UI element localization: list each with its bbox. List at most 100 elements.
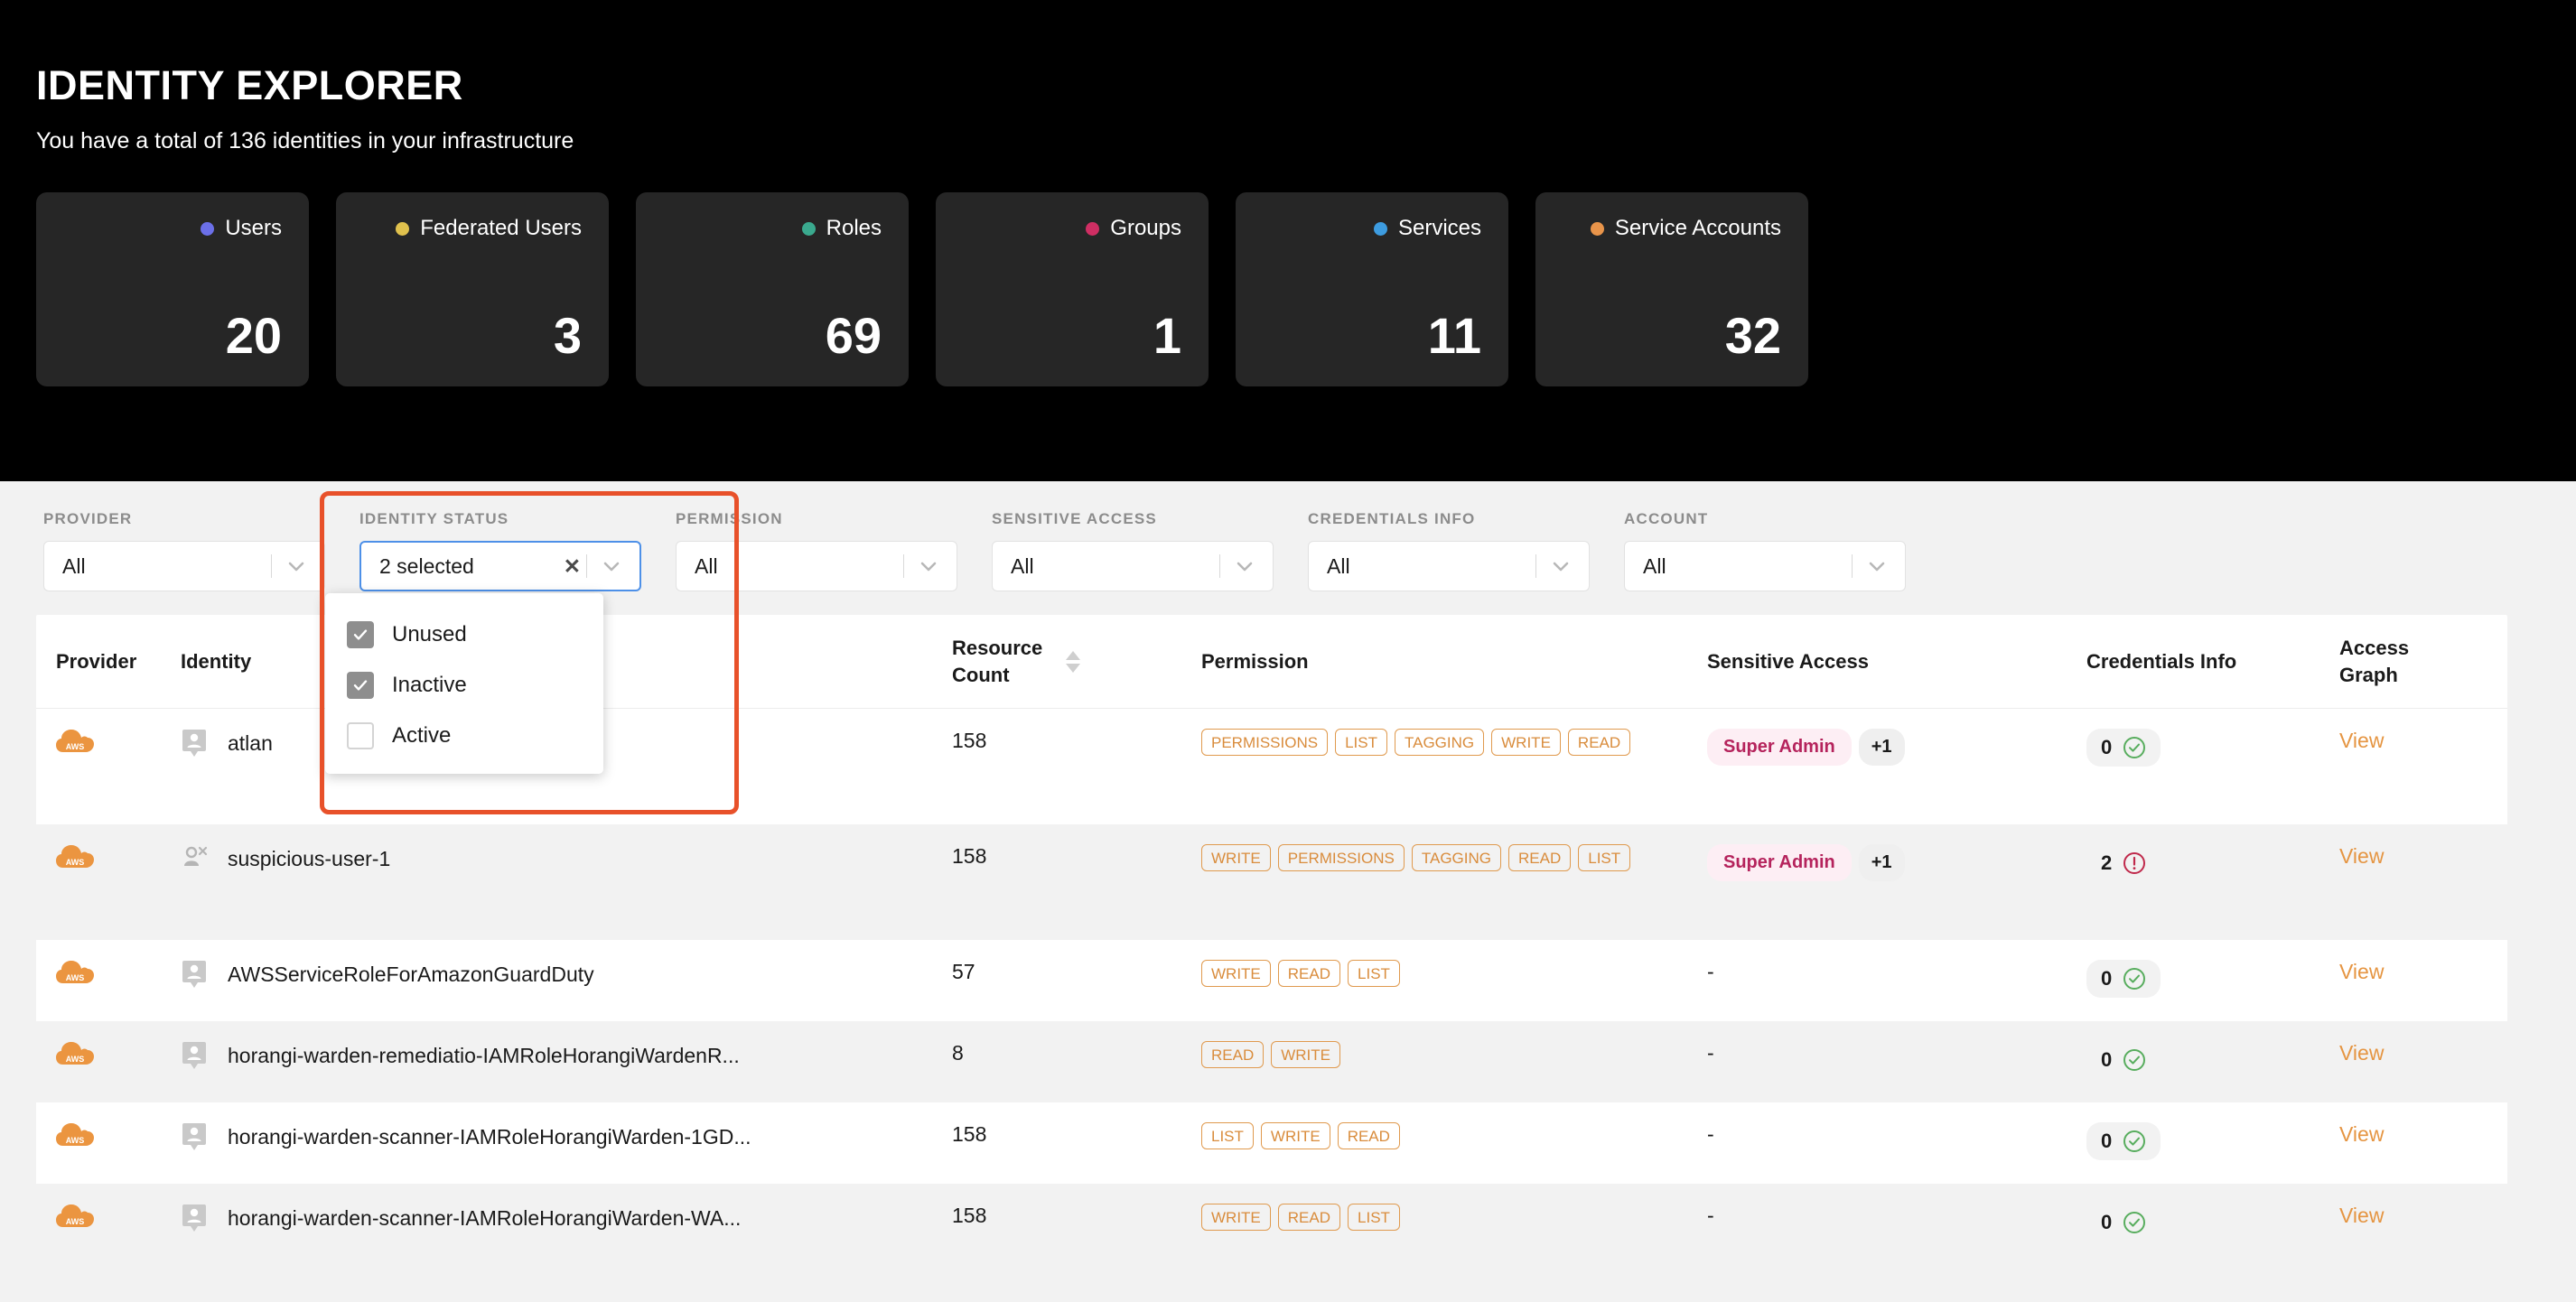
- filter-select-account[interactable]: All: [1624, 541, 1906, 591]
- view-access-graph-link[interactable]: View: [2339, 844, 2384, 868]
- view-access-graph-link[interactable]: View: [2339, 1204, 2384, 1227]
- chevron-down-icon[interactable]: [1549, 554, 1573, 578]
- cell-permission: PERMISSIONS LIST TAGGING WRITE READ: [1201, 729, 1707, 756]
- stat-card-users: Users 20: [36, 192, 309, 386]
- table-row[interactable]: AWS suspicious-user-1 158 WRITE PERMISSIONS T…: [36, 824, 2507, 940]
- filter-value-credentials-info: All: [1327, 553, 1350, 578]
- table-row[interactable]: AWS horangi-warden-scanner-IAMRoleHorangi…: [36, 1184, 2507, 1265]
- identity-name: horangi-warden-remediatio-IAMRoleHorangi…: [228, 1043, 740, 1067]
- dropdown-option-unused[interactable]: Unused: [325, 609, 603, 660]
- checkbox-active[interactable]: [347, 722, 374, 749]
- stat-label: Federated Users: [420, 216, 582, 240]
- filter-provider: PROVIDER All: [43, 510, 325, 591]
- status-ok-icon: [2123, 737, 2146, 758]
- dropdown-option-inactive[interactable]: Inactive: [325, 660, 603, 711]
- cell-credentials-info: 0: [2086, 960, 2339, 998]
- credentials-pill: 0: [2086, 729, 2161, 767]
- stat-card-head: Federated Users: [396, 216, 582, 241]
- sensitive-access-empty: -: [1707, 1204, 1714, 1227]
- column-header-access-graph: Access Graph: [2339, 637, 2410, 686]
- stat-color-dot-icon: [201, 221, 215, 236]
- chevron-down-icon[interactable]: [917, 554, 940, 578]
- filter-select-credentials-info[interactable]: All: [1308, 541, 1590, 591]
- column-header-resource-count[interactable]: Resource Count: [948, 635, 1201, 687]
- filter-select-sensitive-access[interactable]: All: [992, 541, 1274, 591]
- permission-badge: WRITE: [1271, 1041, 1341, 1068]
- clear-filter-icon[interactable]: ✕: [564, 554, 581, 579]
- cell-provider: AWS: [36, 729, 181, 763]
- permission-badge: PERMISSIONS: [1201, 729, 1329, 756]
- filter-label-sensitive-access: SENSITIVE ACCESS: [992, 510, 1157, 527]
- cell-credentials-info: 0: [2086, 729, 2339, 767]
- sensitive-access-empty: -: [1707, 1041, 1714, 1065]
- chevron-down-icon[interactable]: [1865, 554, 1889, 578]
- stat-label: Users: [225, 216, 282, 240]
- filter-label-permission: PERMISSION: [676, 510, 783, 527]
- sort-toggle-icon[interactable]: [1066, 650, 1081, 673]
- view-access-graph-link[interactable]: View: [2339, 729, 2384, 752]
- page-subtitle: You have a total of 136 identities in yo…: [36, 128, 574, 153]
- identity-status-dropdown-menu[interactable]: Unused Inactive Active: [325, 593, 603, 774]
- checkbox-unused[interactable]: [347, 621, 374, 648]
- table-body: AWS atlan 158 PERMISSIONS LIST TAGGING WRITE RE…: [36, 709, 2507, 1265]
- stat-card-groups: Groups 1: [936, 192, 1209, 386]
- view-access-graph-link[interactable]: View: [2339, 1122, 2384, 1146]
- select-separator: [271, 554, 272, 578]
- filter-label-identity-status: IDENTITY STATUS: [359, 510, 509, 527]
- svg-text:AWS: AWS: [66, 742, 85, 751]
- stat-card-roles: Roles 69: [636, 192, 909, 386]
- permission-badge: LIST: [1348, 1204, 1400, 1231]
- cell-provider: AWS: [36, 844, 181, 879]
- table-row[interactable]: AWS AWSServiceRoleForAmazonGuardDuty 57 WRI…: [36, 940, 2507, 1021]
- sort-descending-icon: [1066, 663, 1081, 673]
- table-row[interactable]: AWS horangi-warden-remediatio-IAMRoleHora…: [36, 1021, 2507, 1102]
- cell-access-graph: View: [2339, 1041, 2502, 1065]
- dropdown-option-label: Active: [392, 723, 452, 748]
- identity-name: atlan: [228, 730, 273, 755]
- stat-cards: Users 20 Federated Users 3 Roles 69 Groups 1 Ser…: [0, 192, 2576, 386]
- cell-resource-count: 158: [952, 1122, 987, 1146]
- cell-access-graph: View: [2339, 844, 2502, 869]
- filter-label-provider: PROVIDER: [43, 510, 133, 527]
- permission-badge: WRITE: [1491, 729, 1561, 756]
- stat-label: Groups: [1110, 216, 1181, 240]
- filter-value-provider: All: [62, 553, 86, 578]
- sensitive-access-more-badge[interactable]: +1: [1858, 844, 1905, 881]
- select-separator: [903, 554, 904, 578]
- cell-sensitive-access: -: [1707, 1204, 2086, 1228]
- stat-value: 1: [1153, 307, 1181, 364]
- sensitive-access-more-badge[interactable]: +1: [1858, 729, 1905, 766]
- checkbox-inactive[interactable]: [347, 672, 374, 699]
- view-access-graph-link[interactable]: View: [2339, 1041, 2384, 1065]
- aws-provider-icon: AWS: [56, 1122, 94, 1151]
- stat-card-service-accounts: Service Accounts 32: [1535, 192, 1808, 386]
- credentials-pill: 0: [2086, 960, 2161, 998]
- chevron-down-icon[interactable]: [285, 554, 308, 578]
- aws-provider-icon: AWS: [56, 729, 94, 758]
- cell-access-graph: View: [2339, 1122, 2502, 1147]
- column-header-permission: Permission: [1201, 649, 1309, 673]
- permission-badge: LIST: [1201, 1122, 1254, 1149]
- svg-text:AWS: AWS: [66, 1055, 85, 1064]
- dropdown-option-active[interactable]: Active: [325, 711, 603, 761]
- filter-value-sensitive-access: All: [1011, 553, 1034, 578]
- chevron-down-icon[interactable]: [1233, 554, 1256, 578]
- filter-credentials-info: CREDENTIALS INFO All: [1308, 510, 1590, 591]
- aws-provider-icon: AWS: [56, 844, 94, 873]
- identity-name: horangi-warden-scanner-IAMRoleHorangiWar…: [228, 1124, 751, 1149]
- view-access-graph-link[interactable]: View: [2339, 960, 2384, 983]
- user-removed-icon: [181, 844, 208, 873]
- filter-select-identity-status[interactable]: 2 selected ✕: [359, 541, 641, 591]
- cell-credentials-info: 2: [2086, 844, 2339, 882]
- table-row[interactable]: AWS horangi-warden-scanner-IAMRoleHorangi…: [36, 1102, 2507, 1184]
- sensitive-access-badge: Super Admin: [1707, 729, 1852, 766]
- stat-card-head: Roles: [801, 216, 882, 241]
- permission-badge: LIST: [1335, 729, 1387, 756]
- filter-select-permission[interactable]: All: [676, 541, 957, 591]
- filter-select-provider[interactable]: All: [43, 541, 325, 591]
- sensitive-access-empty: -: [1707, 960, 1714, 983]
- filter-account: ACCOUNT All: [1624, 510, 1906, 591]
- filter-permission: PERMISSION All: [676, 510, 957, 591]
- chevron-down-icon[interactable]: [600, 554, 623, 578]
- cell-permission: WRITE READ LIST: [1201, 1204, 1707, 1231]
